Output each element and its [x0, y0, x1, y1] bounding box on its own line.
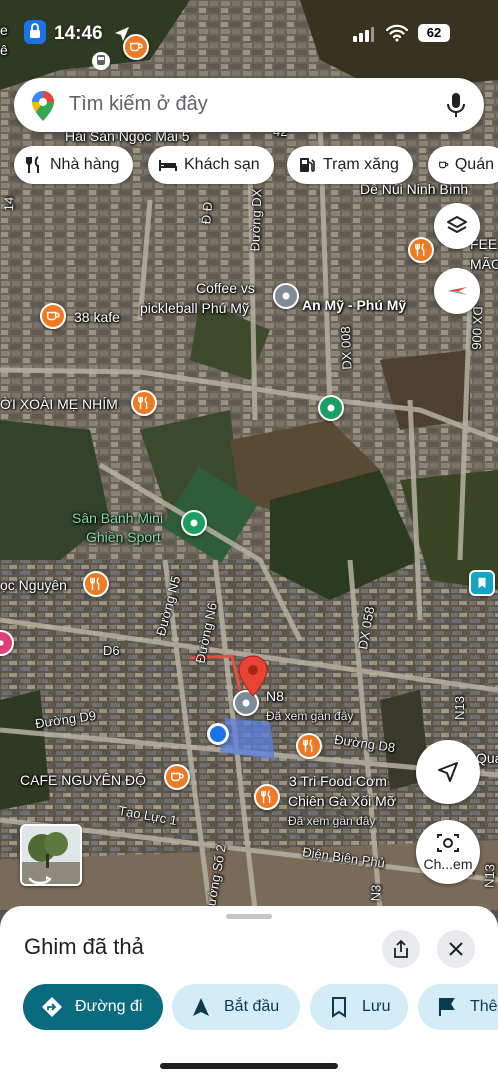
transit-icon[interactable] — [92, 52, 110, 70]
chip-label: Khách sạn — [184, 156, 260, 173]
road-label: Đ Đ — [198, 201, 216, 225]
road-label: DX 006 — [468, 306, 486, 350]
clock: 14:46 — [54, 23, 103, 44]
status-bar: 14:46 62 — [0, 14, 498, 50]
wifi-icon — [386, 24, 408, 42]
restaurant-poi-icon[interactable] — [296, 733, 322, 759]
start-button[interactable]: Bắt đầu — [172, 984, 300, 1030]
navigation-arrow-icon — [438, 762, 458, 782]
street-view-thumbnail[interactable] — [20, 824, 82, 886]
map-label[interactable]: 38 kafe — [74, 309, 120, 325]
road-label: DX 008 — [337, 326, 355, 370]
navigation-icon — [193, 998, 209, 1016]
map-label[interactable]: Quá — [476, 750, 498, 766]
map-label[interactable]: Chiên Gà Xối Mỡ — [288, 793, 396, 809]
map-label: Đã xem gần đây — [288, 814, 376, 828]
bottom-sheet[interactable]: Ghim đã thả Đường đi Bắt đầu Lưu Thê — [0, 906, 498, 1080]
shopping-poi-icon[interactable] — [469, 570, 495, 596]
location-arrow-icon — [115, 27, 129, 41]
gas-pump-icon — [300, 158, 315, 172]
directions-icon — [42, 997, 62, 1017]
chip-hotels[interactable]: Khách sạn — [148, 146, 274, 184]
drag-handle[interactable] — [226, 914, 272, 919]
my-location-button[interactable] — [416, 740, 480, 804]
street-view-photo — [22, 826, 80, 884]
restaurant-poi-icon[interactable] — [83, 571, 109, 597]
map-label[interactable]: pickleball Phú Mỹ — [140, 300, 249, 316]
restaurant-poi-icon[interactable] — [131, 390, 157, 416]
layers-button[interactable] — [434, 203, 480, 249]
road-label: Đường DX — [247, 188, 265, 252]
sports-poi-icon[interactable] — [181, 510, 207, 536]
lens-button[interactable]: Ch...em — [416, 820, 480, 884]
chip-gas-stations[interactable]: Trạm xăng — [287, 146, 413, 184]
google-maps-logo-icon — [32, 91, 54, 121]
microphone-icon[interactable] — [446, 92, 466, 118]
map-label[interactable]: Coffee vs — [196, 280, 255, 296]
action-label: Bắt đầu — [224, 998, 280, 1015]
dropped-pin-icon[interactable] — [238, 655, 268, 697]
road-label: N13 — [451, 696, 467, 720]
camera-scan-icon — [437, 834, 459, 852]
share-icon — [394, 939, 408, 958]
search-bar[interactable]: Tìm kiếm ở đây — [14, 78, 484, 132]
road-label: N13 — [481, 863, 498, 889]
compass-button[interactable] — [434, 268, 480, 314]
park-poi-icon[interactable] — [318, 395, 344, 421]
action-label: Lưu — [362, 998, 391, 1015]
map-label[interactable]: 3 Tri Food Cơm — [289, 773, 387, 789]
signal-icon — [353, 27, 374, 42]
action-label: Thê — [470, 998, 498, 1015]
map-label[interactable]: Ghiền Sport — [86, 529, 161, 545]
chip-label: Nhà hàng — [50, 156, 120, 173]
road-label: N3 — [368, 884, 384, 902]
restaurant-poi-icon[interactable] — [254, 784, 280, 810]
directions-button[interactable]: Đường đi — [23, 984, 163, 1030]
map-label[interactable]: CAFE NGUYÊN ĐỘ — [20, 772, 146, 788]
action-label: Đường đi — [75, 998, 143, 1015]
map-label[interactable]: An Mỹ - Phú Mỹ — [302, 297, 406, 313]
chip-cafes[interactable]: Quán — [428, 146, 498, 184]
fork-knife-icon — [26, 156, 39, 173]
coffee-cup-icon — [439, 161, 449, 169]
place-poi-icon[interactable] — [273, 283, 299, 309]
lock-app-icon — [24, 20, 46, 44]
road-label: D6 — [103, 643, 120, 658]
close-button[interactable] — [437, 930, 475, 968]
close-icon — [449, 942, 463, 956]
restaurant-poi-icon[interactable] — [408, 237, 434, 263]
search-input[interactable]: Tìm kiếm ở đây — [69, 93, 208, 116]
flag-icon — [439, 998, 455, 1016]
layers-icon — [447, 216, 467, 233]
add-label-button[interactable]: Thê — [418, 984, 498, 1030]
lens-label: Ch...em — [423, 856, 473, 872]
map-label[interactable]: N8 — [266, 688, 284, 704]
chip-restaurants[interactable]: Nhà hàng — [14, 146, 134, 184]
cafe-poi-icon[interactable] — [40, 303, 66, 329]
chip-label: Trạm xăng — [323, 156, 399, 173]
share-button[interactable] — [382, 930, 420, 968]
cafe-poi-icon[interactable] — [164, 764, 190, 790]
sheet-title: Ghim đã thả — [24, 934, 144, 959]
map-label[interactable]: Sân Banh Mini — [72, 510, 163, 526]
current-location-dot — [207, 723, 229, 745]
compass-icon — [447, 287, 467, 295]
map-label[interactable]: ọc Nguyên — [0, 577, 67, 593]
map-label[interactable]: ỜI XOÀI MẸ NHÍM — [0, 396, 118, 412]
bed-icon — [159, 160, 177, 171]
road-label: 14 — [0, 196, 17, 212]
battery-indicator: 62 — [418, 24, 450, 42]
bookmark-icon — [332, 997, 346, 1018]
home-indicator[interactable] — [160, 1063, 338, 1069]
chip-label: Quán — [454, 156, 494, 173]
save-button[interactable]: Lưu — [310, 984, 408, 1030]
map-label: Đã xem gần đây — [266, 709, 354, 723]
map-label[interactable]: MÃO & — [470, 256, 498, 272]
